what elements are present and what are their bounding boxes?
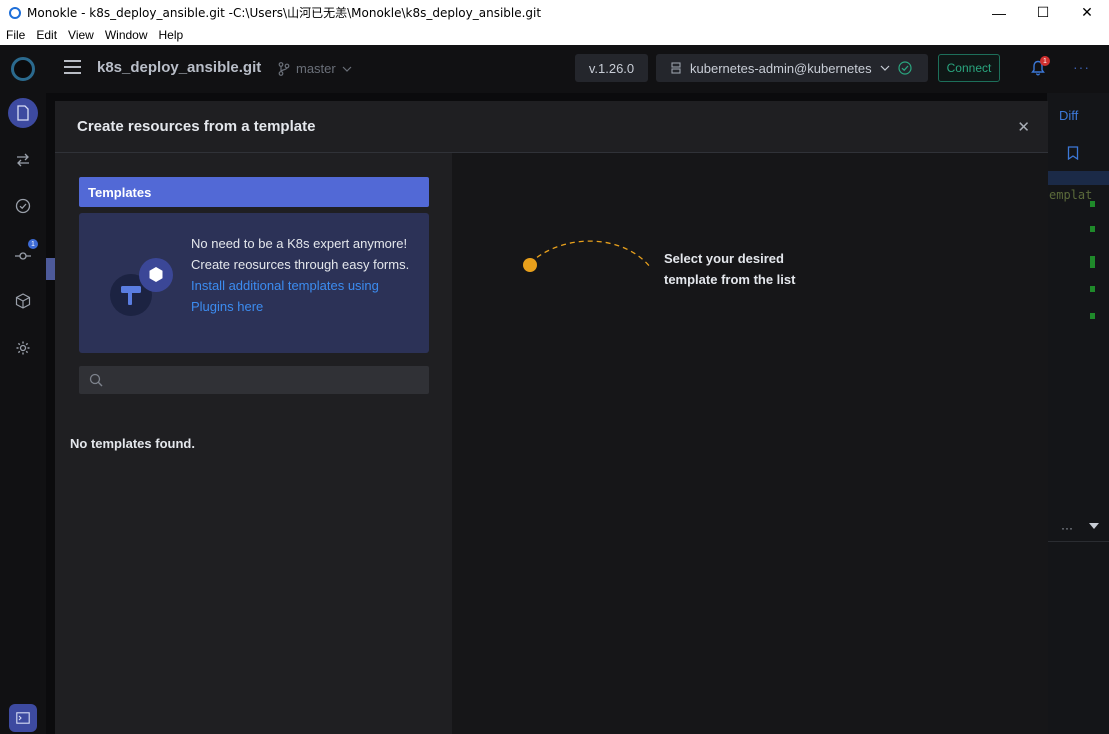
- minimize-button[interactable]: —: [977, 0, 1021, 25]
- menu-edit[interactable]: Edit: [36, 28, 57, 42]
- chevron-down-icon: [342, 66, 352, 72]
- rail-helm-cube-icon[interactable]: [8, 286, 38, 316]
- create-from-template-modal: Create resources from a template ✕ Templ…: [55, 101, 1048, 734]
- connected-check-icon: [897, 61, 912, 75]
- rail-validation-icon[interactable]: [8, 191, 38, 221]
- diff-marker: [1090, 286, 1095, 292]
- templates-tab[interactable]: Templates: [79, 177, 429, 207]
- git-changes-badge: 1: [28, 239, 38, 249]
- close-window-button[interactable]: ✕: [1065, 0, 1109, 25]
- branch-label: master: [296, 61, 336, 76]
- editor-code-fragment: emplat: [1049, 188, 1093, 202]
- maximize-button[interactable]: ☐: [1021, 0, 1065, 25]
- window-title: Monokle - k8s_deploy_ansible.git -C:\Use…: [27, 6, 542, 20]
- install-plugins-link[interactable]: Install additional templates using Plugi…: [191, 278, 379, 314]
- templates-panel: Templates No need to be a K8s expert any…: [55, 153, 452, 734]
- diff-marker: [1090, 226, 1095, 232]
- rail-compare-icon[interactable]: [8, 145, 38, 175]
- menu-help[interactable]: Help: [159, 28, 184, 42]
- background-editor-panel: Diff emplat ···: [1047, 93, 1109, 734]
- app-icon: [9, 6, 21, 19]
- panel-divider: [1047, 541, 1109, 542]
- terminal-icon[interactable]: [9, 704, 37, 732]
- modal-header: Create resources from a template ✕: [55, 101, 1048, 153]
- cluster-selector[interactable]: kubernetes-admin@kubernetes: [656, 54, 928, 82]
- project-name[interactable]: k8s_deploy_ansible.git: [97, 59, 261, 76]
- version-badge[interactable]: v.1.26.0: [575, 54, 648, 82]
- branch-selector[interactable]: master: [278, 61, 352, 76]
- more-options-icon[interactable]: ···: [1073, 59, 1090, 75]
- diff-marker: [1090, 313, 1095, 319]
- hint-dot: [523, 258, 537, 272]
- monokle-logo-icon[interactable]: [11, 57, 35, 81]
- app-header: k8s_deploy_ansible.git master v.1.26.0 k…: [0, 45, 1109, 93]
- diff-marker: [1090, 201, 1095, 207]
- left-activity-rail: 1: [0, 93, 46, 734]
- plugins-promo-card: No need to be a K8s expert anymore! Crea…: [79, 213, 429, 353]
- menu-file[interactable]: File: [6, 28, 25, 42]
- diff-marker: [1090, 256, 1095, 268]
- connect-button[interactable]: Connect: [938, 54, 1000, 82]
- modal-title: Create resources from a template: [77, 118, 316, 135]
- select-template-hint: Select your desired template from the li…: [664, 251, 796, 287]
- cluster-icon: [671, 62, 681, 74]
- background-selection-strip: [46, 258, 55, 280]
- close-icon[interactable]: ✕: [1017, 118, 1030, 136]
- chevron-down-icon: [880, 65, 890, 71]
- template-search-input[interactable]: [79, 366, 429, 394]
- menu-view[interactable]: View: [68, 28, 94, 42]
- rail-settings-gear-icon[interactable]: [8, 333, 38, 363]
- panel-more-icon[interactable]: ···: [1061, 521, 1073, 535]
- cluster-name: kubernetes-admin@kubernetes: [690, 60, 872, 76]
- template-preview-panel: Select your desired template from the li…: [452, 153, 1048, 734]
- promo-message: No need to be a K8s expert anymore! Crea…: [191, 233, 413, 317]
- rail-file-explorer-icon[interactable]: [8, 98, 38, 128]
- dashed-arrow-illustration: [523, 240, 652, 272]
- bookmark-icon[interactable]: [1067, 146, 1079, 160]
- window-controls: — ☐ ✕: [977, 0, 1109, 25]
- empty-state-text: No templates found.: [70, 436, 195, 451]
- template-brush-illustration-icon: [110, 258, 173, 316]
- menubar: File Edit View Window Help: [0, 25, 1109, 45]
- promo-text: No need to be a K8s expert anymore! Crea…: [191, 236, 410, 272]
- caret-down-icon[interactable]: [1089, 523, 1099, 529]
- search-icon: [89, 373, 103, 387]
- editor-highlight-line: [1047, 171, 1109, 185]
- window-titlebar: Monokle - k8s_deploy_ansible.git -C:\Use…: [0, 0, 1109, 25]
- notification-badge: 1: [1040, 56, 1050, 66]
- hamburger-menu-icon[interactable]: [64, 60, 81, 74]
- git-branch-icon: [278, 61, 290, 76]
- diff-tab[interactable]: Diff: [1059, 108, 1078, 123]
- menu-window[interactable]: Window: [105, 28, 148, 42]
